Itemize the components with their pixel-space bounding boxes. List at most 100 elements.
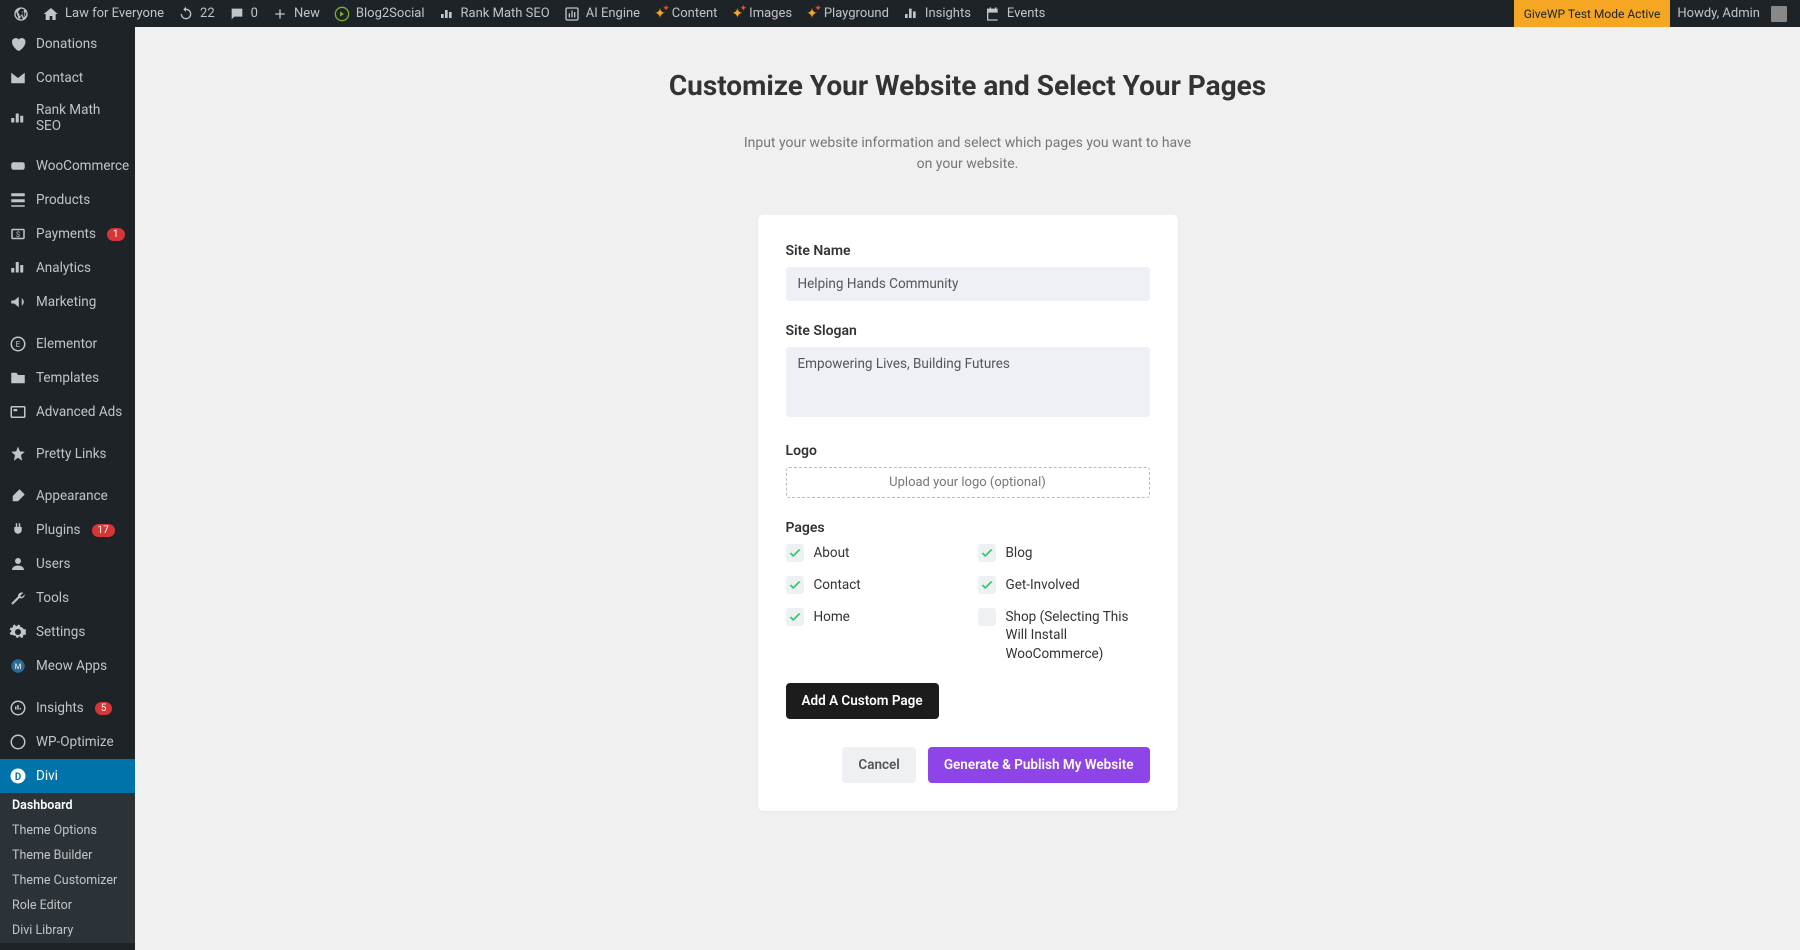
checkbox-label: About bbox=[814, 544, 850, 562]
ai-label: AI Engine bbox=[586, 6, 640, 21]
checkbox[interactable] bbox=[786, 544, 804, 562]
sidebar-item-analytics[interactable]: Analytics bbox=[0, 251, 135, 285]
add-custom-page-button[interactable]: Add A Custom Page bbox=[786, 683, 939, 719]
gear-icon bbox=[8, 622, 28, 642]
checkbox[interactable] bbox=[786, 576, 804, 594]
add-custom-row: Add A Custom Page bbox=[786, 683, 1150, 719]
field-site-name: Site Name bbox=[786, 243, 1150, 301]
sparkle-icon: ✦✦ bbox=[731, 6, 743, 22]
sidebar-item-label: Divi bbox=[36, 768, 58, 784]
submenu-item-theme-options[interactable]: Theme Options bbox=[0, 818, 135, 843]
sidebar-item-label: Marketing bbox=[36, 294, 96, 310]
sidebar-item-label: Rank Math SEO bbox=[36, 102, 127, 134]
wrench-icon bbox=[8, 588, 28, 608]
site-name-link[interactable]: Law for Everyone bbox=[36, 0, 171, 27]
logo-upload[interactable]: Upload your logo (optional) bbox=[786, 467, 1150, 498]
checkbox-label: Contact bbox=[814, 576, 861, 594]
howdy-link[interactable]: Howdy, Admin bbox=[1670, 0, 1794, 27]
page-checkbox-about: About bbox=[786, 544, 958, 562]
insights-top-link[interactable]: Insights bbox=[896, 0, 978, 27]
comments-link[interactable]: 0 bbox=[222, 0, 265, 27]
page-header: Customize Your Website and Select Your P… bbox=[618, 67, 1318, 175]
menu-separator bbox=[0, 141, 135, 149]
sidebar-item-templates[interactable]: Templates bbox=[0, 361, 135, 395]
submenu-item-theme-builder[interactable]: Theme Builder bbox=[0, 843, 135, 868]
submenu-item-dashboard[interactable]: Dashboard bbox=[0, 793, 135, 818]
updates-link[interactable]: 22 bbox=[171, 0, 222, 27]
content-label: Content bbox=[672, 6, 718, 21]
submenu-item-divi-library[interactable]: Divi Library bbox=[0, 918, 135, 943]
images-link[interactable]: ✦✦Images bbox=[724, 0, 799, 27]
sidebar-item-appearance[interactable]: Appearance bbox=[0, 479, 135, 513]
page-title: Customize Your Website and Select Your P… bbox=[618, 67, 1318, 105]
divi-icon: D bbox=[8, 766, 28, 786]
folder-icon bbox=[8, 368, 28, 388]
sidebar-item-tools[interactable]: Tools bbox=[0, 581, 135, 615]
content-link[interactable]: ✦✦Content bbox=[647, 0, 724, 27]
sidebar-item-settings[interactable]: Settings bbox=[0, 615, 135, 649]
sidebar-item-products[interactable]: Products bbox=[0, 183, 135, 217]
sidebar-item-pretty-links[interactable]: Pretty Links bbox=[0, 437, 135, 471]
brush-icon bbox=[8, 486, 28, 506]
sidebar-item-label: Elementor bbox=[36, 336, 97, 352]
sidebar-item-label: Templates bbox=[36, 370, 99, 386]
insights-top-label: Insights bbox=[925, 6, 971, 21]
star-icon bbox=[8, 444, 28, 464]
plugin-icon bbox=[8, 520, 28, 540]
slogan-input[interactable] bbox=[786, 347, 1150, 417]
pages-label: Pages bbox=[786, 520, 1150, 536]
sidebar-item-insights[interactable]: Insights5 bbox=[0, 691, 135, 725]
checkbox[interactable] bbox=[978, 608, 996, 626]
sidebar-item-advanced-ads[interactable]: Advanced Ads bbox=[0, 395, 135, 429]
sidebar-item-marketing[interactable]: Marketing bbox=[0, 285, 135, 319]
sidebar-item-meow-apps[interactable]: MMeow Apps bbox=[0, 649, 135, 683]
sidebar-item-divi[interactable]: D Divi bbox=[0, 759, 135, 793]
events-label: Events bbox=[1007, 6, 1045, 21]
wp-logo[interactable] bbox=[6, 0, 36, 27]
submenu-item-theme-customizer[interactable]: Theme Customizer bbox=[0, 868, 135, 893]
givewp-badge[interactable]: GiveWP Test Mode Active bbox=[1514, 0, 1671, 27]
ai-engine-link[interactable]: AI Engine bbox=[557, 0, 647, 27]
checkbox[interactable] bbox=[786, 608, 804, 626]
sidebar-item-elementor[interactable]: EElementor bbox=[0, 327, 135, 361]
sidebar-item-label: WooCommerce bbox=[36, 158, 129, 174]
checkbox[interactable] bbox=[978, 544, 996, 562]
site-name-input[interactable] bbox=[786, 267, 1150, 301]
playground-link[interactable]: ✦✦Playground bbox=[799, 0, 896, 27]
b2s-icon bbox=[334, 6, 350, 22]
new-link[interactable]: New bbox=[265, 0, 327, 27]
user-icon bbox=[8, 554, 28, 574]
meow-icon: M bbox=[8, 656, 28, 676]
page-intro: Input your website information and selec… bbox=[743, 133, 1193, 175]
generate-button[interactable]: Generate & Publish My Website bbox=[928, 747, 1150, 783]
sidebar-item-payments[interactable]: $Payments1 bbox=[0, 217, 135, 251]
badge: 17 bbox=[92, 524, 115, 537]
comment-icon bbox=[229, 6, 245, 22]
events-link[interactable]: Events bbox=[978, 0, 1052, 27]
sidebar-item-rank-math-seo[interactable]: Rank Math SEO bbox=[0, 95, 135, 141]
cancel-button[interactable]: Cancel bbox=[842, 747, 915, 783]
wordpress-icon bbox=[13, 6, 29, 22]
checkbox[interactable] bbox=[978, 576, 996, 594]
plus-icon bbox=[272, 6, 288, 22]
customize-card: Site Name Site Slogan Logo Upload your l… bbox=[758, 215, 1178, 811]
sidebar-item-contact[interactable]: Contact bbox=[0, 61, 135, 95]
submenu-item-role-editor[interactable]: Role Editor bbox=[0, 893, 135, 918]
sidebar-item-label: Payments bbox=[36, 226, 96, 242]
checkbox-label: Home bbox=[814, 608, 850, 626]
sidebar-item-users[interactable]: Users bbox=[0, 547, 135, 581]
wpo-icon bbox=[8, 732, 28, 752]
sidebar-item-woocommerce[interactable]: WooCommerce bbox=[0, 149, 135, 183]
menu-separator bbox=[0, 683, 135, 691]
checkbox-label: Shop (Selecting This Will Install WooCom… bbox=[1006, 608, 1150, 663]
page-checkbox-shop: Shop (Selecting This Will Install WooCom… bbox=[978, 608, 1150, 663]
sidebar-item-label: Settings bbox=[36, 624, 85, 640]
howdy-text: Howdy, Admin bbox=[1677, 6, 1760, 21]
ai-icon bbox=[564, 6, 580, 22]
home-icon bbox=[43, 6, 59, 22]
sidebar-item-donations[interactable]: Donations bbox=[0, 27, 135, 61]
blog2social-link[interactable]: Blog2Social bbox=[327, 0, 432, 27]
sidebar-item-wp-optimize[interactable]: WP-Optimize bbox=[0, 725, 135, 759]
rankmath-link[interactable]: Rank Math SEO bbox=[432, 0, 557, 27]
sidebar-item-plugins[interactable]: Plugins17 bbox=[0, 513, 135, 547]
